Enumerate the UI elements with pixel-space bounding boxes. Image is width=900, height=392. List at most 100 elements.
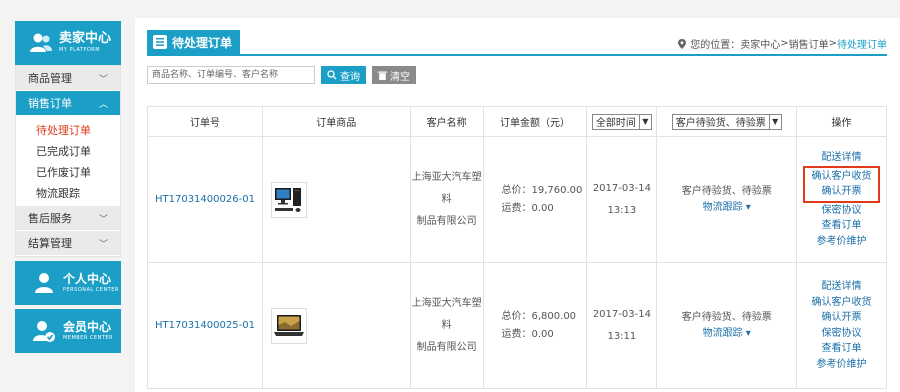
- col-order-no: 订单号: [147, 106, 263, 137]
- confirm-customer-receipt-link[interactable]: 确认客户收货: [805, 169, 878, 185]
- order-date: 2017-03-14: [592, 182, 651, 194]
- page-title-tab: 待处理订单: [147, 30, 241, 54]
- submenu-item-completed-orders[interactable]: 已完成订单: [16, 141, 120, 162]
- breadcrumb-current: 待处理订单: [837, 40, 887, 51]
- col-time: 全部时间 ▼: [586, 106, 658, 137]
- trash-icon: [378, 71, 387, 80]
- product-thumbnail-laptop[interactable]: [270, 307, 307, 344]
- member-icon: [33, 321, 55, 342]
- time-filter-value: 全部时间: [595, 118, 636, 129]
- personal-center-subtitle: PERSONAL CENTER: [63, 287, 119, 293]
- clear-button-label: 清空: [390, 71, 410, 83]
- time-filter-select[interactable]: 全部时间 ▼: [591, 113, 652, 130]
- col-actions: 操作: [796, 106, 887, 137]
- order-time: 13:11: [607, 330, 637, 342]
- menu-group-sales-orders[interactable]: 销售订单 ︿: [16, 91, 120, 116]
- search-input[interactable]: [147, 66, 315, 84]
- breadcrumb-home[interactable]: 卖家中心: [740, 36, 780, 51]
- logistics-tracking-label: 物流跟踪: [702, 327, 743, 339]
- breadcrumb: 您的位置： 卖家中心 > 销售订单 > 待处理订单: [678, 36, 887, 51]
- member-center-card[interactable]: 会员中心 MEMBER CENTER: [15, 309, 121, 353]
- breadcrumb-separator: >: [780, 38, 789, 49]
- search-row: 查询 清空: [147, 66, 416, 84]
- confidentiality-agreement-link[interactable]: 保密协议: [797, 203, 886, 219]
- submenu-item-pending-orders[interactable]: 待处理订单: [16, 120, 120, 141]
- breadcrumb-separator: >: [828, 38, 837, 49]
- desktop-computer-icon: [274, 187, 301, 212]
- product-thumbnail-desktop[interactable]: [270, 181, 307, 218]
- logistics-tracking-label: 物流跟踪: [702, 201, 743, 213]
- menu-group-label: 商品管理: [28, 72, 72, 85]
- customer-name-line1: 上海亚大汽车塑料: [411, 171, 482, 205]
- menu-group-label: 结算管理: [28, 237, 72, 250]
- confirm-invoice-link[interactable]: 确认开票: [797, 310, 886, 326]
- users-icon: [30, 33, 52, 52]
- user-icon: [35, 273, 53, 293]
- confirm-invoice-link[interactable]: 确认开票: [805, 184, 878, 200]
- order-freight: 运费：0.00: [501, 202, 554, 214]
- chevron-down-icon: ▾: [745, 201, 751, 213]
- submenu-item-voided-orders[interactable]: 已作废订单: [16, 162, 120, 183]
- col-product: 订单商品: [261, 106, 411, 137]
- laptop-icon: [273, 314, 304, 336]
- menu-group-after-sales[interactable]: 售后服务 ﹀: [16, 206, 120, 231]
- order-total: 总价：19,760.00: [501, 184, 583, 196]
- col-amount: 订单金额（元）: [482, 106, 588, 137]
- sidebar: 卖家中心 MY PLATFORM 商品管理 ﹀ 销售订单 ︿ 待处理订单 已完成…: [15, 21, 121, 353]
- order-status: 客户待验货、待验票: [681, 185, 772, 197]
- table-header-row: 订单号 订单商品 客户名称 订单金额（元） 全部时间 ▼ 客户待验货、待验票 ▼: [147, 106, 887, 137]
- confidentiality-agreement-link[interactable]: 保密协议: [797, 326, 886, 342]
- menu-group-label: 售后服务: [28, 212, 72, 225]
- menu-group-settlement[interactable]: 结算管理 ﹀: [16, 231, 120, 256]
- logistics-tracking-link[interactable]: 物流跟踪 ▾: [657, 200, 796, 216]
- order-number-link[interactable]: HT17031400026-01: [155, 194, 255, 205]
- highlighted-actions-box: 确认客户收货 确认开票: [803, 165, 880, 203]
- menu-group-label: 销售订单: [28, 97, 72, 110]
- view-order-link[interactable]: 查看订单: [797, 218, 886, 234]
- clear-button[interactable]: 清空: [372, 66, 416, 84]
- confirm-customer-receipt-link[interactable]: 确认客户收货: [797, 295, 886, 311]
- chevron-down-icon: ▾: [745, 327, 751, 339]
- member-center-title: 会员中心: [63, 320, 112, 334]
- member-center-subtitle: MEMBER CENTER: [63, 335, 114, 341]
- search-button-label: 查询: [340, 71, 360, 83]
- title-bar: 待处理订单 您的位置： 卖家中心 > 销售订单 > 待处理订单: [147, 30, 887, 56]
- seller-center-header[interactable]: 卖家中心 MY PLATFORM: [15, 21, 121, 65]
- table-row: HT17031400025-01 上海亚大汽车塑料 制品有限公司 总价：6,80…: [147, 262, 887, 389]
- col-status: 客户待验货、待验票 ▼: [656, 106, 798, 137]
- order-number-link[interactable]: HT17031400025-01: [155, 320, 255, 331]
- personal-center-card[interactable]: 个人中心 PERSONAL CENTER: [15, 261, 121, 305]
- chevron-down-icon: ﹀: [98, 74, 108, 85]
- view-order-link[interactable]: 查看订单: [797, 341, 886, 357]
- chevron-down-icon: ﹀: [98, 239, 108, 250]
- side-menu: 商品管理 ﹀ 销售订单 ︿ 待处理订单 已完成订单 已作废订单 物流跟踪 售后服…: [15, 65, 121, 257]
- submenu-item-logistics[interactable]: 物流跟踪: [16, 183, 120, 204]
- customer-name-line2: 制品有限公司: [416, 215, 477, 227]
- seller-center-title: 卖家中心: [59, 31, 112, 46]
- customer-name-line2: 制品有限公司: [416, 341, 477, 353]
- delivery-details-link[interactable]: 配送详情: [797, 279, 886, 295]
- search-icon: [327, 70, 337, 80]
- chevron-up-icon: ︿: [98, 99, 108, 110]
- menu-group-products[interactable]: 商品管理 ﹀: [16, 66, 120, 91]
- orders-table: 订单号 订单商品 客户名称 订单金额（元） 全部时间 ▼ 客户待验货、待验票 ▼: [147, 106, 887, 389]
- sales-submenu: 待处理订单 已完成订单 已作废订单 物流跟踪: [16, 116, 120, 206]
- personal-center-title: 个人中心: [63, 272, 112, 286]
- dropdown-arrow-icon: ▼: [768, 114, 781, 129]
- chevron-down-icon: ﹀: [98, 214, 108, 225]
- list-icon: [153, 35, 167, 49]
- search-button[interactable]: 查询: [321, 66, 366, 84]
- breadcrumb-section[interactable]: 销售订单: [789, 36, 829, 51]
- delivery-details-link[interactable]: 配送详情: [797, 150, 886, 166]
- order-time: 13:13: [607, 204, 637, 216]
- reference-price-link[interactable]: 参考价维护: [797, 357, 886, 373]
- logistics-tracking-link[interactable]: 物流跟踪 ▾: [657, 326, 796, 342]
- status-filter-value: 客户待验货、待验票: [675, 118, 766, 129]
- col-customer: 客户名称: [409, 106, 484, 137]
- order-total: 总价：6,800.00: [501, 310, 577, 322]
- status-filter-select[interactable]: 客户待验货、待验票 ▼: [671, 113, 782, 130]
- breadcrumb-prefix: 您的位置：: [690, 40, 741, 51]
- dropdown-arrow-icon: ▼: [638, 114, 651, 129]
- reference-price-link[interactable]: 参考价维护: [797, 234, 886, 250]
- seller-center-subtitle: MY PLATFORM: [59, 47, 101, 53]
